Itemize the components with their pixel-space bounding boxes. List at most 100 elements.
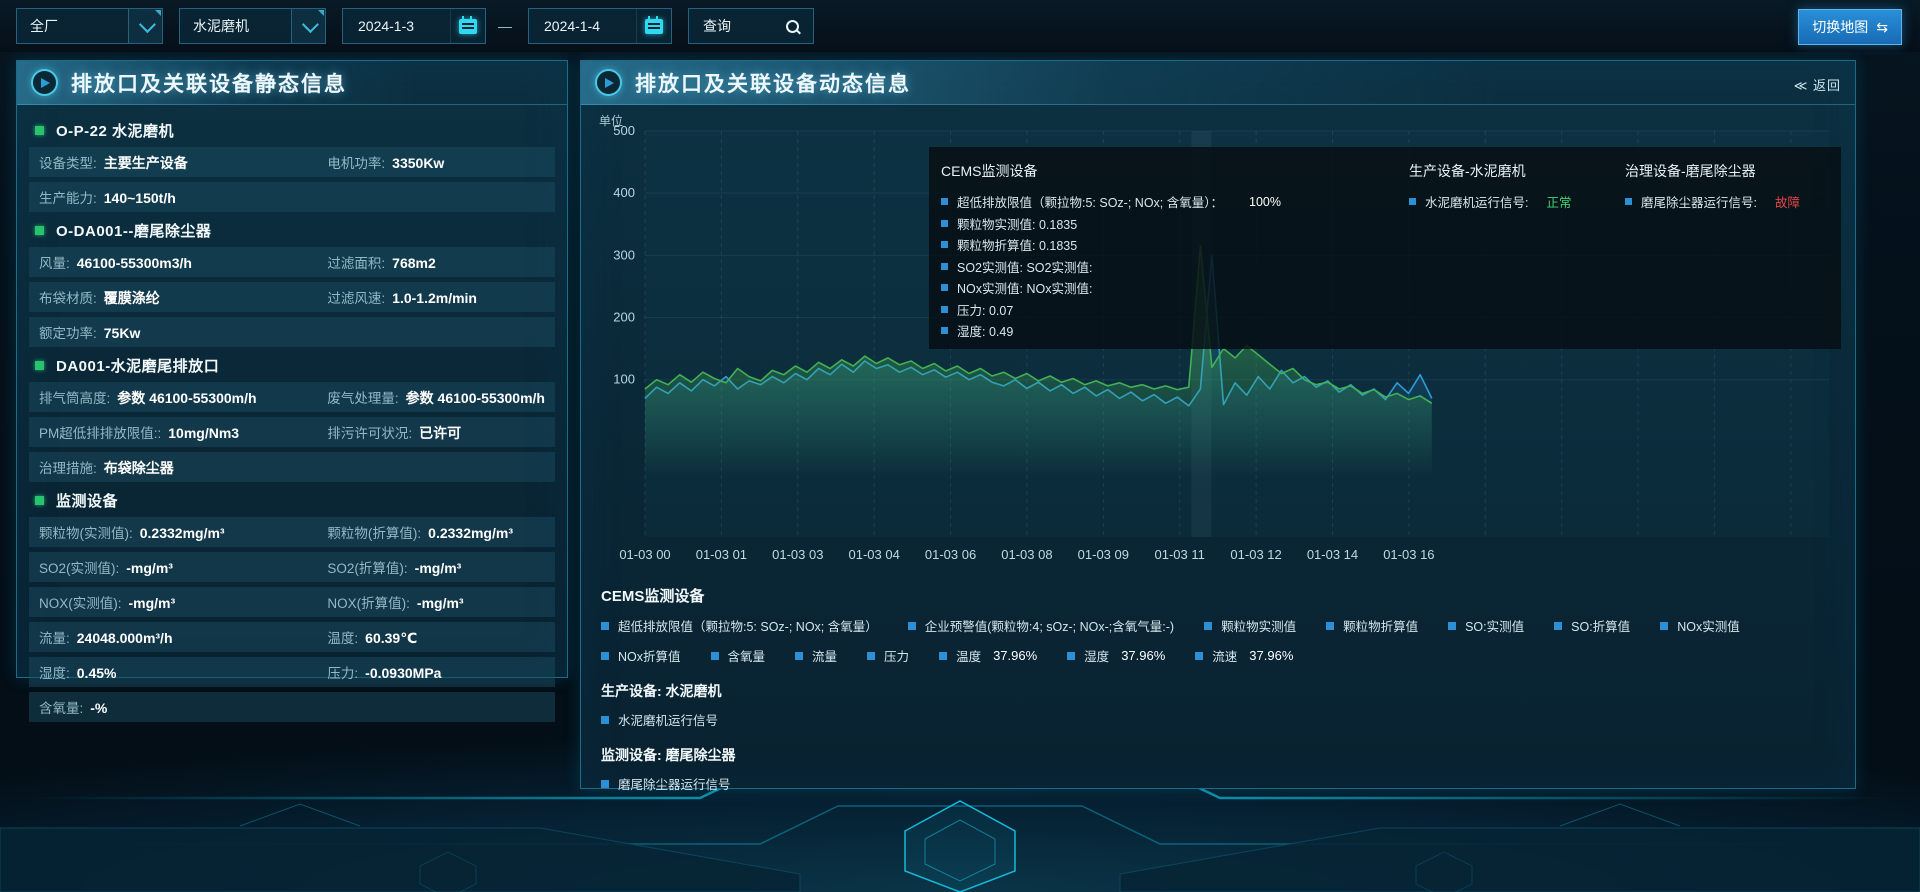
tooltip-item-label: 压力: 0.07 (957, 300, 1013, 319)
svg-text:200: 200 (613, 310, 635, 325)
switch-map-button[interactable]: 切换地图 ⇆ (1798, 9, 1902, 45)
legend-item-label: NOx实测值 (1677, 616, 1740, 635)
field-value: -mg/m³ (126, 560, 173, 576)
field-value: 0.2332mg/m³ (428, 525, 513, 541)
chevron-down-icon (128, 9, 162, 43)
svg-text:01-03 00: 01-03 00 (619, 547, 670, 562)
tooltip-item-label: NOx实测值: NOx实测值: (957, 278, 1092, 297)
plant-select[interactable]: 全厂 (16, 8, 163, 44)
device-select[interactable]: 水泥磨机 (179, 8, 326, 44)
svg-text:01-03 04: 01-03 04 (848, 547, 899, 562)
device-select-value: 水泥磨机 (180, 16, 249, 36)
legend-item[interactable]: 颗粒物实测值 (1204, 616, 1296, 635)
svg-text:01-03 03: 01-03 03 (772, 547, 823, 562)
field-label: 过滤风速: (327, 287, 385, 307)
legend-production-title: 生产设备: 水泥磨机 (601, 681, 1839, 701)
legend-square-icon (601, 622, 609, 630)
date-from-input[interactable]: 2024-1-3 (342, 8, 486, 44)
field-value: 24048.000m³/h (77, 630, 173, 646)
legend-item[interactable]: 含氧量 (711, 646, 766, 665)
table-row: SO2(实测值):-mg/m³SO2(折算值):-mg/m³ (29, 552, 555, 582)
dynamic-info-header: 排放口及关联设备动态信息 ≪ 返回 (581, 61, 1855, 105)
legend-square-icon (941, 198, 948, 205)
field-value: 参数 46100-55300m/h (117, 388, 256, 408)
legend-square-icon (1326, 622, 1334, 630)
field-cell: 过滤面积:768m2 (327, 252, 435, 272)
field-label: 设备类型: (39, 152, 97, 172)
chevron-down-icon (291, 9, 325, 43)
static-info-title: 排放口及关联设备静态信息 (71, 68, 347, 98)
field-value: 75Kw (104, 325, 141, 341)
green-square-icon (35, 126, 44, 135)
field-value: -mg/m³ (417, 595, 464, 611)
field-value: 3350Kw (392, 155, 444, 171)
legend-item[interactable]: NOx折算值 (601, 646, 681, 665)
field-value: 10mg/Nm3 (168, 425, 239, 441)
legend-item[interactable]: SO:折算值 (1554, 616, 1630, 635)
legend-item-production-signal[interactable]: 水泥磨机运行信号 (601, 710, 1839, 729)
field-label: SO2(折算值): (327, 557, 407, 577)
legend-square-icon (601, 652, 609, 660)
field-value: 参数 46100-55300m/h (406, 388, 545, 408)
field-label: 废气处理量: (327, 387, 398, 407)
legend-item[interactable]: 湿度37.96% (1067, 646, 1165, 665)
table-row: PM超低排排放限值::10mg/Nm3排污许可状况:已许可 (29, 417, 555, 447)
tooltip-cems-items: 超低排放限值（颗拉物:5: SOz-; NOx; 含氧量）：100%颗粒物实测值… (941, 191, 1409, 342)
section-title-text: DA001-水泥磨尾排放口 (56, 355, 219, 376)
query-button[interactable]: 查询 (688, 8, 814, 44)
legend-item-value: 37.96% (993, 648, 1037, 663)
field-cell: SO2(折算值):-mg/m³ (327, 557, 461, 577)
legend-item[interactable]: 超低排放限值（颗拉物:5: SOz-; NOx; 含氧量） (601, 616, 878, 635)
field-value: 已许可 (419, 423, 461, 443)
section-title-text: O-DA001--磨尾除尘器 (56, 220, 211, 241)
field-cell: 颗粒物(实测值):0.2332mg/m³ (39, 522, 327, 542)
legend-square-icon (941, 327, 948, 334)
field-label: 流量: (39, 627, 70, 647)
back-label: 返回 (1813, 78, 1841, 93)
green-square-icon (35, 496, 44, 505)
legend-item[interactable]: 温度37.96% (939, 646, 1037, 665)
legend-item[interactable]: NOx实测值 (1660, 616, 1740, 635)
legend-item[interactable]: SO:实测值 (1448, 616, 1524, 635)
field-cell: 温度:60.39℃ (327, 627, 417, 647)
table-row: 湿度:0.45%压力:-0.0930MPa (29, 657, 555, 687)
svg-text:01-03 06: 01-03 06 (925, 547, 976, 562)
field-value: -% (90, 700, 107, 716)
table-row: 治理措施: 布袋除尘器 (29, 452, 555, 482)
field-cell: NOX(实测值):-mg/m³ (39, 592, 327, 612)
field-label: 布袋材质: (39, 287, 97, 307)
date-to-input[interactable]: 2024-1-4 (528, 8, 672, 44)
date-range-separator: — (498, 18, 512, 34)
calendar-icon (450, 9, 485, 43)
tooltip-cems-title: CEMS监测设备 (941, 161, 1409, 181)
field-value: -mg/m³ (129, 595, 176, 611)
field-label: 治理措施: (39, 457, 97, 477)
field-label: 额定功率: (39, 322, 97, 342)
field-cell: 设备类型:主要生产设备 (39, 152, 327, 173)
legend-item-monitor-signal[interactable]: 磨尾除尘器运行信号 (601, 774, 1839, 793)
tooltip-treatment-column: 治理设备-磨尾除尘器 磨尾除尘器运行信号: 故障 (1625, 159, 1841, 349)
table-row: NOX(实测值):-mg/m³NOX(折算值): -mg/m³ (29, 587, 555, 617)
tooltip-production-signal: 水泥磨机运行信号: 正常 (1409, 191, 1625, 213)
field-label: 颗粒物(实测值): (39, 522, 133, 542)
field-cell: 风量:46100-55300m3/h (39, 252, 327, 272)
legend-item-label: SO:折算值 (1571, 616, 1630, 635)
tooltip-item: 颗粒物实测值: 0.1835 (941, 213, 1409, 235)
legend-item[interactable]: 颗粒物折算值 (1326, 616, 1418, 635)
legend-row-2: NOx折算值含氧量流量压力温度37.96%湿度37.96%流速37.96% (601, 646, 1839, 665)
legend-square-icon (1195, 652, 1203, 660)
legend-item[interactable]: 流量 (795, 646, 837, 665)
legend-item-label: NOx折算值 (618, 646, 681, 665)
back-button[interactable]: ≪ 返回 (1794, 75, 1841, 94)
legend-item[interactable]: 压力 (867, 646, 909, 665)
field-label: NOX(折算值): (327, 592, 410, 612)
legend-square-icon (1660, 622, 1668, 630)
tooltip-treatment-title: 治理设备-磨尾除尘器 (1625, 161, 1841, 181)
field-value: 布袋除尘器 (104, 458, 174, 478)
svg-text:01-03 16: 01-03 16 (1383, 547, 1434, 562)
legend-item[interactable]: 流速37.96% (1195, 646, 1293, 665)
field-cell: 压力:-0.0930MPa (327, 662, 441, 682)
legend-item[interactable]: 企业预警值(颗粒物:4; sOz-; NOx-;含氧气量:-) (908, 616, 1174, 635)
field-cell: 排污许可状况:已许可 (327, 422, 461, 443)
legend-item-label: 湿度 (1084, 646, 1109, 665)
